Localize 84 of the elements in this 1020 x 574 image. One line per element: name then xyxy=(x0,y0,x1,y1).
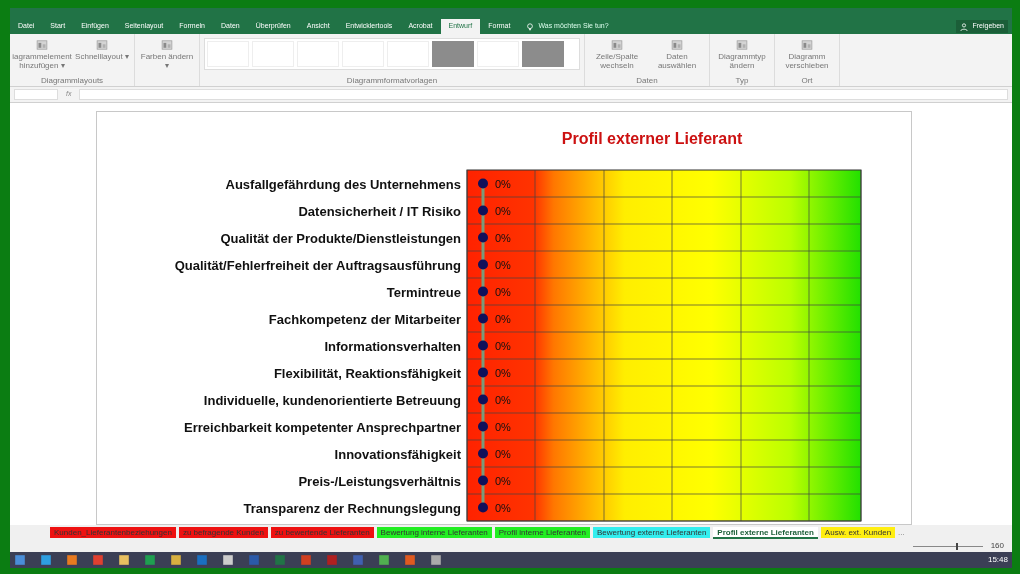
app-icon[interactable] xyxy=(378,554,390,566)
sheet-tab[interactable]: Bewertung interne Lieferanten xyxy=(376,527,492,538)
ribbon-command[interactable]: Zeile/Spalte wechseln xyxy=(589,38,645,70)
data-label: 0% xyxy=(495,285,511,298)
criterion-label: Erreichbarkeit kompetenter Ansprechpartner xyxy=(184,419,461,435)
name-box[interactable] xyxy=(14,89,58,100)
data-point xyxy=(478,313,488,324)
data-label: 0% xyxy=(495,231,511,244)
data-point xyxy=(478,367,488,378)
data-point xyxy=(478,178,488,189)
ribbon-command[interactable]: iagrammelement hinzufügen ▾ xyxy=(14,38,70,70)
criterion-label: Termintreue xyxy=(386,284,461,300)
chart-icon xyxy=(160,38,174,52)
data-label: 0% xyxy=(495,204,511,217)
data-label: 0% xyxy=(495,420,511,433)
sheet-tab[interactable]: Ausw. ext. Kunden xyxy=(820,527,896,538)
data-label: 0% xyxy=(495,339,511,352)
data-point xyxy=(478,232,488,243)
chart-style-thumbnail[interactable] xyxy=(432,41,474,67)
data-point xyxy=(478,259,488,270)
data-label: 0% xyxy=(495,447,511,460)
ribbon-command[interactable]: Diagramm verschieben xyxy=(779,38,835,70)
data-point xyxy=(478,205,488,216)
app-icon[interactable] xyxy=(430,554,442,566)
data-point xyxy=(478,340,488,351)
data-label: 0% xyxy=(495,474,511,487)
app-icon[interactable] xyxy=(40,554,52,566)
clock: 15:48 xyxy=(987,554,1008,566)
ribbon-group-label: Diagrammformatvorlagen xyxy=(346,76,438,86)
ribbon-group-label: Diagrammlayouts xyxy=(40,76,104,86)
ribbon-group-label: Ort xyxy=(801,76,813,86)
data-point xyxy=(478,421,488,432)
chart-style-thumbnail[interactable] xyxy=(522,41,564,67)
chart-icon xyxy=(610,38,624,52)
zoom-reading: 160 xyxy=(990,540,1004,552)
chart-icon xyxy=(735,38,749,52)
chart-icon xyxy=(670,38,684,52)
data-point xyxy=(478,475,488,486)
zoom-thumb[interactable] xyxy=(956,542,959,550)
criterion-label: Transparenz der Rechnungslegung xyxy=(243,500,461,516)
sheet-tab[interactable]: Profil externe Lieferanten xyxy=(713,526,818,539)
data-label: 0% xyxy=(495,312,511,325)
data-point xyxy=(478,448,488,459)
person-icon xyxy=(960,22,969,31)
sheet-tab[interactable]: Bewertung externe Lieferanten xyxy=(592,527,711,538)
app-icon[interactable] xyxy=(66,554,78,566)
criterion-label: Datensicherheit / IT Risiko xyxy=(298,203,461,219)
app-icon[interactable] xyxy=(144,554,156,566)
data-label: 0% xyxy=(495,501,511,514)
criterion-label: Preis-/Leistungsverhältnis xyxy=(298,473,461,489)
ribbon-command[interactable]: Farben ändern ▾ xyxy=(139,38,195,70)
lightbulb-icon xyxy=(526,22,535,31)
ribbon-command[interactable]: Schnelllayout ▾ xyxy=(74,38,130,61)
data-point xyxy=(478,394,488,405)
ribbon-group-label: Typ xyxy=(735,76,749,86)
criterion-label: Flexibilität, Reaktionsfähigkeit xyxy=(273,365,461,381)
data-label: 0% xyxy=(495,393,511,406)
data-label: 0% xyxy=(495,366,511,379)
ribbon-group-label: Daten xyxy=(636,76,658,86)
app-icon[interactable] xyxy=(170,554,182,566)
criterion-label: Fachkompetenz der Mitarbeiter xyxy=(268,311,461,327)
app-icon[interactable] xyxy=(222,554,234,566)
data-point xyxy=(478,502,488,513)
data-point xyxy=(478,286,488,297)
data-label: 0% xyxy=(495,258,511,271)
chart-icon xyxy=(95,38,109,52)
data-label: 0% xyxy=(495,177,511,190)
criterion-label: Individuelle, kundenorientierte Betreuung xyxy=(203,392,461,408)
chart-icon xyxy=(35,38,49,52)
criterion-label: Qualität der Produkte/Dienstleistungen xyxy=(220,230,461,246)
more-sheets[interactable]: ... xyxy=(898,526,905,539)
ribbon-command[interactable]: Diagrammtyp ändern xyxy=(714,38,770,70)
formula-input[interactable] xyxy=(79,89,1008,100)
app-icon[interactable] xyxy=(14,554,26,566)
criterion-label: Qualität/Fehlerfreiheit der Auftragsausführung xyxy=(174,257,461,273)
chart-icon xyxy=(800,38,814,52)
criterion-label: Innovationsfähigkeit xyxy=(334,446,461,462)
criterion-label: Informationsverhalten xyxy=(324,338,461,354)
criterion-label: Ausfallgefährdung des Unternehmens xyxy=(225,176,461,192)
sheet-tab[interactable]: Profil interne Lieferanten xyxy=(494,527,590,538)
chart-title: Profil externer Lieferant xyxy=(561,130,743,147)
app-icon[interactable] xyxy=(118,554,130,566)
ribbon-command[interactable]: Daten auswählen xyxy=(649,38,705,70)
app-icon[interactable] xyxy=(404,554,416,566)
